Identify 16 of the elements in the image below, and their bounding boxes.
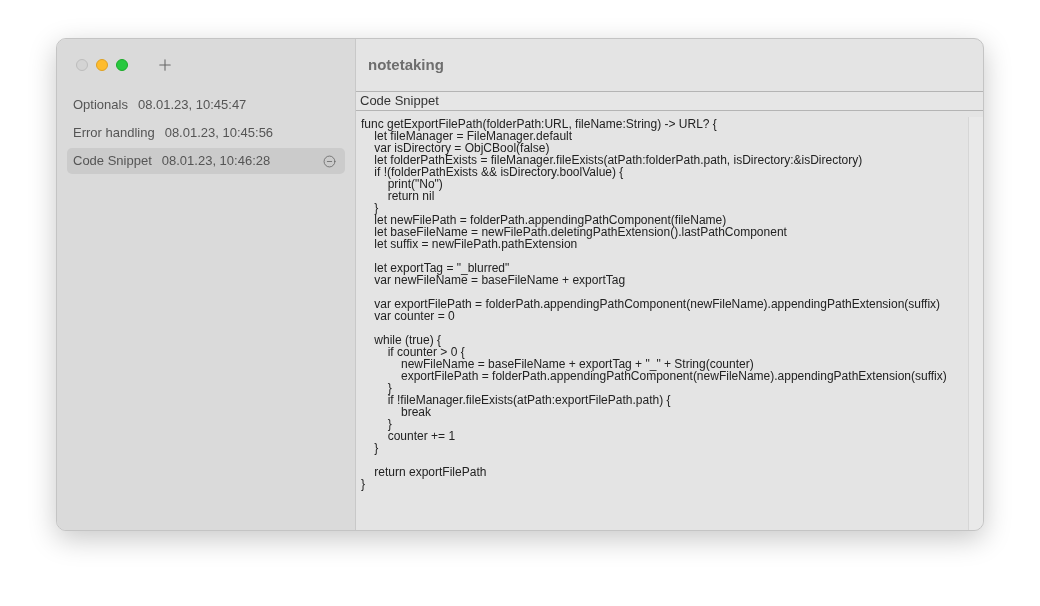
note-date: 08.01.23, 10:45:56 [164,124,274,143]
code-editor[interactable]: func getExportFilePath(folderPath:URL, fileName:String) -> URL? { let fileManager = FileManager.default var isDirectory = ObjCBool(false) let folderPathExists = fileManager.fileExists(atPath:folderPath.path, isDirectory:&isDirectory) if !(folderPathExists && isDirectory.boolValue) { print("No") return nil } let newFilePath = folderPath.appendingPathComponent(fileName) let baseFileName = newFilePath.deletingPathExtension().lastPathComponent let suffix = newFilePath.pathExtension let exportTag = "_blurred" var newFileName = baseFileName + exportTag var exportFilePath = folderPath.appendingPathComponent(newFileName).appendingPathExtension(suffix) var counter = 0 while (true) { if counter > 0 { newFileName = baseFileName + exportTag + "_" + String(counter) exportFilePath = folderPath.appendingPathComponent(newFileName).appendingPathExtension(suffix) } if !fileManager.fileExists(atPath:exportFilePath.path) { break } counter += 1 } return exportFilePath } [356,117,968,530]
window-title: notetaking [368,54,444,75]
note-title-field[interactable]: Code Snippet [356,91,983,111]
add-note-icon[interactable] [156,56,174,74]
note-date: 08.01.23, 10:46:28 [161,152,271,171]
note-title: Error handling [73,124,155,143]
note-list-item[interactable]: Optionals 08.01.23, 10:45:47 [67,92,345,118]
note-date: 08.01.23, 10:45:47 [137,96,247,115]
minimize-button[interactable] [96,59,108,71]
note-list-item[interactable]: Code Snippet 08.01.23, 10:46:28 [67,148,345,174]
zoom-button[interactable] [116,59,128,71]
note-title: Code Snippet [73,152,152,171]
remove-icon[interactable] [323,154,336,168]
note-title: Optionals [73,96,128,115]
note-list-item[interactable]: Error handling 08.01.23, 10:45:56 [67,120,345,146]
